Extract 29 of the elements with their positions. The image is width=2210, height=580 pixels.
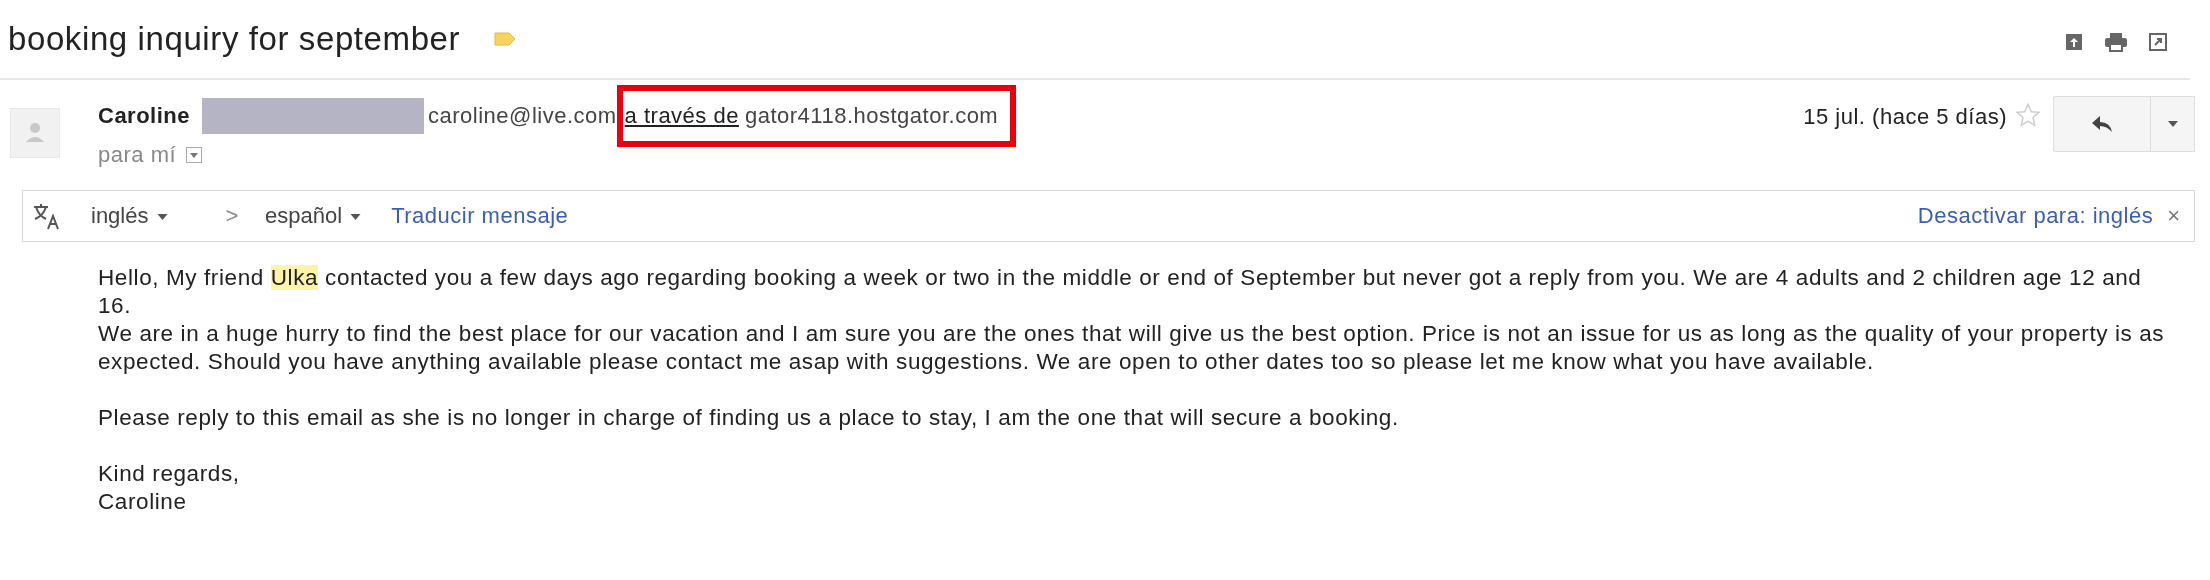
sender-email: caroline@live.com <box>428 103 617 129</box>
collapse-icon[interactable] <box>2064 32 2084 52</box>
reply-arrow-icon <box>2091 115 2113 133</box>
close-button[interactable]: × <box>2167 203 2180 229</box>
print-icon[interactable] <box>2104 32 2128 52</box>
caret-icon <box>156 214 168 221</box>
body-paragraph: Hello, My friend Ulka contacted you a few days ago regarding booking a week or two in the middle or end of September but never got a reply from you. We are 4 adults and 2 children age 12 and 16. <box>98 264 2143 320</box>
translate-link[interactable]: Traducir mensaje <box>391 203 569 229</box>
via-host: gator4118.hostgator.com <box>744 103 999 129</box>
via-link[interactable]: a través de <box>624 103 739 129</box>
translate-icon <box>31 201 61 231</box>
avatar-icon <box>10 108 60 158</box>
caret-icon <box>2167 121 2178 127</box>
arrow-separator: > <box>225 203 239 229</box>
target-language-dropdown[interactable]: español <box>264 203 362 229</box>
sender-name: Caroline <box>98 103 191 129</box>
body-paragraph: Caroline <box>98 488 188 516</box>
star-icon[interactable] <box>2015 102 2041 128</box>
body-paragraph: Please reply to this email as she is no longer in charge of finding us a place to stay, I am the one that will secure a booking. <box>98 404 1400 432</box>
recipient-label: para mí <box>98 142 177 168</box>
caret-icon <box>350 214 362 221</box>
details-dropdown-icon[interactable] <box>186 147 203 163</box>
source-language-dropdown[interactable]: inglés <box>91 203 168 229</box>
body-paragraph: Kind regards, <box>98 460 241 488</box>
disable-translation-link[interactable]: Desactivar para: inglés <box>1917 203 2154 229</box>
email-subject: booking inquiry for september <box>8 20 461 58</box>
new-window-icon[interactable] <box>2148 32 2168 52</box>
body-paragraph: We are in a huge hurry to find the best place for our vacation and I am sure you are the ones that will give us the best option. Price is not an issue for us as long as the quality of your property is as expected. Should you have anything available please contact me asap with suggestions. We are open to other dates too so please let me know what you have available. <box>98 320 2166 376</box>
message-date: 15 jul. (hace 5 días) <box>1803 104 2007 130</box>
